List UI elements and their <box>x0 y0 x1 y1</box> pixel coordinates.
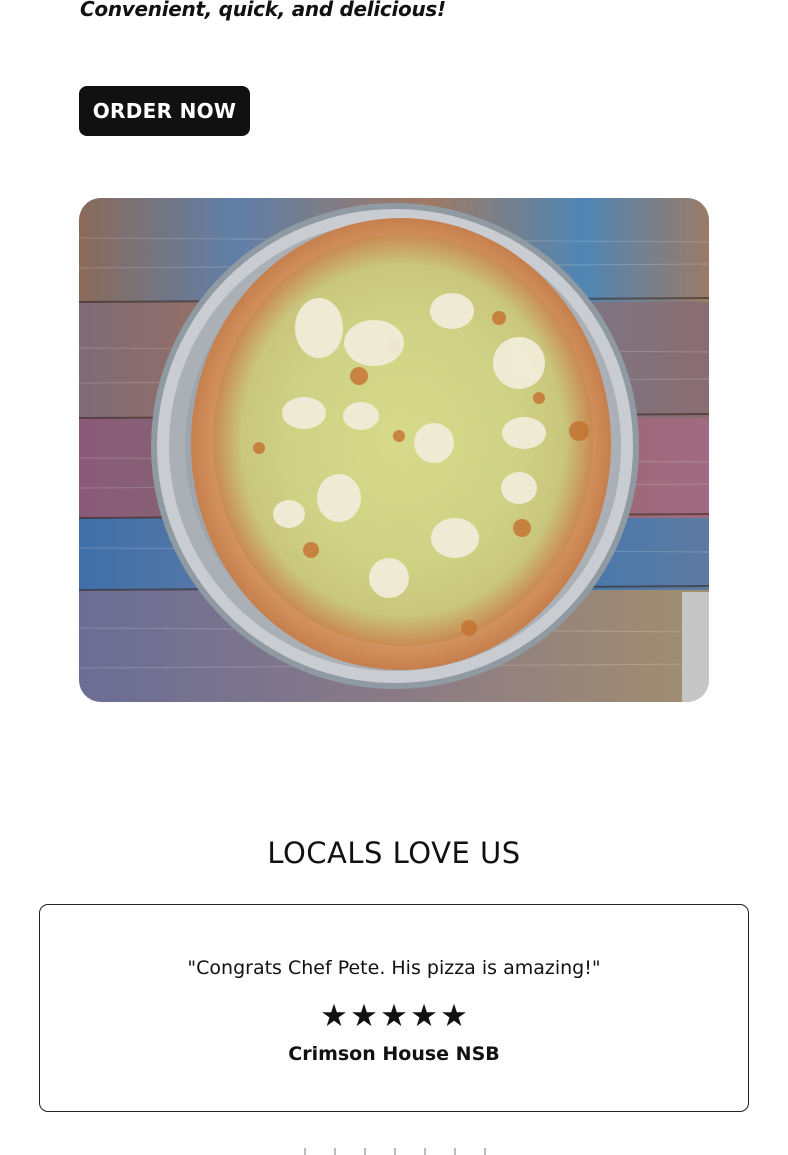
review-card: "Congrats Chef Pete. His pizza is amazin… <box>39 904 749 1112</box>
star-icon: ★ <box>320 998 348 1034</box>
reviewer-name: Crimson House NSB <box>288 1043 500 1065</box>
star-icon: ★ <box>380 998 408 1034</box>
review-quote: "Congrats Chef Pete. His pizza is amazin… <box>187 957 601 979</box>
star-rating: ★★★★★ <box>40 999 748 1033</box>
star-icon: ★ <box>410 998 438 1034</box>
tagline: Convenient, quick, and delicious! <box>80 0 446 21</box>
section-title: LOCALS LOVE US <box>267 836 521 870</box>
order-now-button[interactable]: ORDER NOW <box>79 86 250 136</box>
star-icon: ★ <box>350 998 378 1034</box>
carousel-controls[interactable] <box>300 1148 490 1155</box>
star-icon: ★ <box>440 998 468 1034</box>
pizza-image <box>79 198 709 702</box>
